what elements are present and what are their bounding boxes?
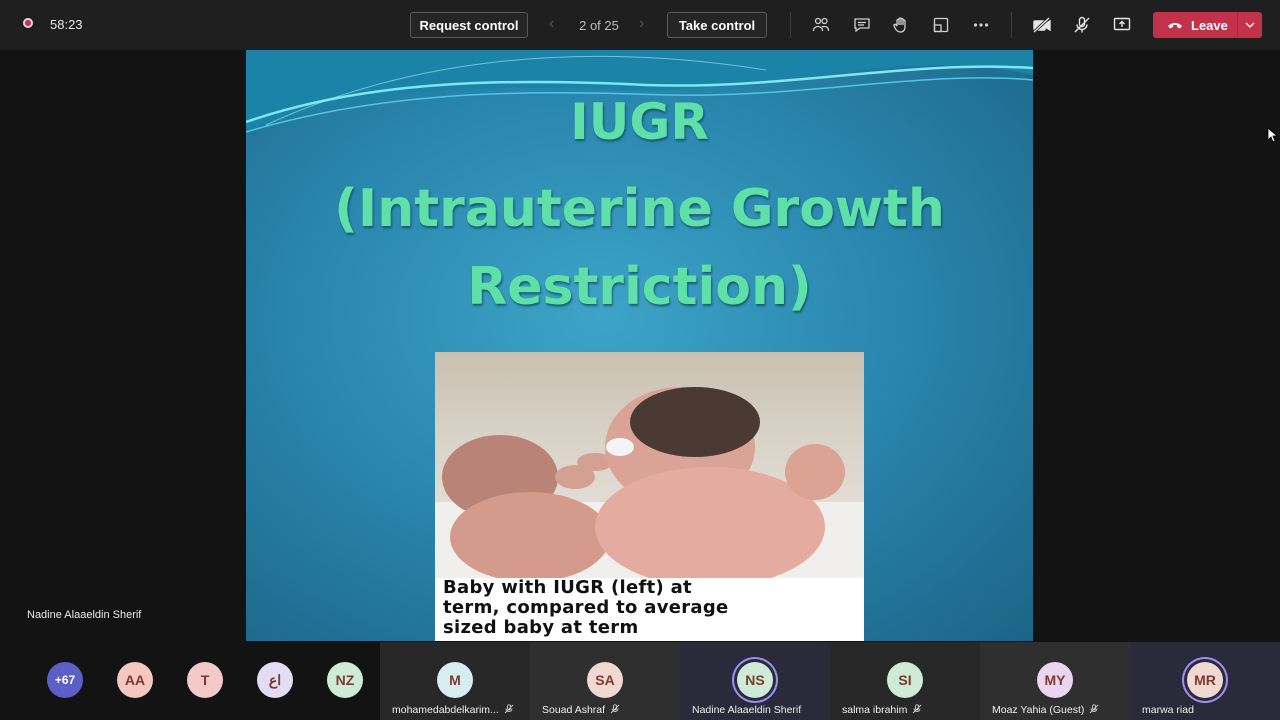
participant-tile-speaking[interactable]: MR marwa riad <box>1130 642 1280 720</box>
participant-avatar[interactable]: اع <box>257 662 293 698</box>
participant-avatar: SA <box>587 662 623 698</box>
participant-name-text: salma ibrahim <box>842 704 908 716</box>
participant-avatar: M <box>437 662 473 698</box>
participant-name-text: Moaz Yahia (Guest) <box>992 704 1085 716</box>
share-screen-icon[interactable] <box>1111 14 1133 36</box>
breakout-rooms-icon[interactable] <box>930 14 952 36</box>
mic-muted-icon <box>499 704 514 716</box>
recording-icon <box>23 18 33 28</box>
mic-off-icon[interactable] <box>1071 14 1093 36</box>
caption-line: Baby with IUGR (left) at <box>443 577 692 598</box>
take-control-button[interactable]: Take control <box>667 12 767 38</box>
participant-tile[interactable]: M mohamedabdelkarim... <box>380 642 530 720</box>
participant-tile[interactable]: MY Moaz Yahia (Guest) <box>980 642 1130 720</box>
participant-name: Moaz Yahia (Guest) <box>992 704 1099 716</box>
slide-subtitle-line: (Intrauterine Growth <box>334 179 945 239</box>
slide-subtitle: (Intrauterine Growth Restriction) <box>246 170 1033 326</box>
participant-avatar: SI <box>887 662 923 698</box>
chevron-down-icon[interactable] <box>1237 12 1262 38</box>
babies-photo <box>435 352 864 578</box>
leave-button[interactable]: Leave <box>1153 12 1262 38</box>
caption-line: sized baby at term <box>443 617 639 638</box>
more-participants-badge[interactable]: +67 <box>47 662 83 698</box>
participant-avatar[interactable]: T <box>187 662 223 698</box>
caption-line: term, compared to average <box>443 597 729 618</box>
participant-avatar: NS <box>737 662 773 698</box>
participants-icon[interactable] <box>810 14 832 36</box>
participant-name-text: marwa riad <box>1142 704 1194 716</box>
participant-name: mohamedabdelkarim... <box>392 704 514 716</box>
mic-muted-icon <box>907 704 922 716</box>
meeting-toolbar: 58:23 Request control ‹ 2 of 25 › Take c… <box>0 0 1280 50</box>
participant-name-text: Nadine Alaaeldin Sherif <box>692 704 802 716</box>
divider <box>790 12 791 38</box>
participant-avatar[interactable]: NZ <box>327 662 363 698</box>
slide-subtitle-line: Restriction) <box>467 257 812 317</box>
previous-slide-icon[interactable]: ‹ <box>549 15 554 33</box>
participant-avatar[interactable]: AA <box>117 662 153 698</box>
participant-name: marwa riad <box>1142 704 1194 716</box>
participant-name: Nadine Alaaeldin Sherif <box>692 704 801 716</box>
mouse-cursor-icon <box>1267 127 1277 143</box>
mic-muted-icon <box>1084 704 1099 716</box>
meeting-timer: 58:23 <box>50 17 83 32</box>
participant-tile[interactable]: SA Souad Ashraf <box>530 642 680 720</box>
participant-name-text: mohamedabdelkarim... <box>392 704 499 716</box>
presenter-name-label: Nadine Alaaeldin Sherif <box>27 609 142 621</box>
participant-name-text: Souad Ashraf <box>542 704 606 716</box>
participant-avatar: MY <box>1037 662 1073 698</box>
camera-off-icon[interactable] <box>1031 14 1053 36</box>
participant-name: salma ibrahim <box>842 704 922 716</box>
divider <box>1011 12 1012 38</box>
request-control-button[interactable]: Request control <box>410 12 528 38</box>
participant-tile[interactable]: SI salma ibrahim <box>830 642 980 720</box>
leave-label: Leave <box>1191 17 1228 33</box>
next-slide-icon[interactable]: › <box>639 15 644 33</box>
slide-title: IUGR <box>570 93 709 151</box>
photo-caption: Baby with IUGR (left) at term, compared … <box>435 578 864 641</box>
raise-hand-icon[interactable] <box>890 14 912 36</box>
participant-name: Souad Ashraf <box>542 704 620 716</box>
shared-presentation-slide: IUGR (Intrauterine Growth Restriction) B… <box>246 50 1033 641</box>
more-options-icon[interactable] <box>970 14 992 36</box>
participant-tile-speaking[interactable]: NS Nadine Alaaeldin Sherif <box>680 642 830 720</box>
participant-avatar: MR <box>1187 662 1223 698</box>
mic-muted-icon <box>605 704 620 716</box>
slide-counter: 2 of 25 <box>579 18 619 33</box>
phone-hangup-icon <box>1168 23 1182 29</box>
chat-icon[interactable] <box>851 14 873 36</box>
